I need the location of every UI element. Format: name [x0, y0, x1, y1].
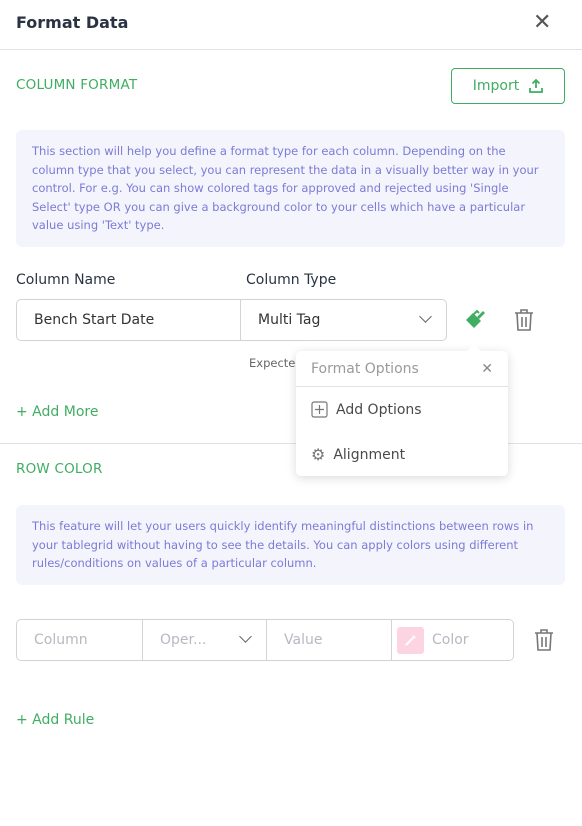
close-icon[interactable]: ✕: [533, 12, 551, 34]
panel-title: Format Data: [16, 13, 129, 32]
rule-operator-select[interactable]: Oper...: [143, 620, 267, 660]
add-more-button[interactable]: + Add More: [16, 404, 98, 420]
expected-text: Expecte: [249, 356, 296, 370]
operator-placeholder: Oper...: [160, 632, 207, 648]
paint-brush-icon[interactable]: [462, 306, 488, 336]
menu-item-add-options[interactable]: Add Options: [296, 387, 508, 432]
chevron-down-icon: [419, 310, 432, 323]
rule-value-input[interactable]: Value: [267, 620, 392, 660]
import-label: Import: [472, 78, 520, 94]
column-format-title: COLUMN FORMAT: [16, 77, 138, 93]
column-format-info: This section will help you define a form…: [16, 130, 565, 247]
row-color-title: ROW COLOR: [16, 461, 103, 477]
gear-icon: ⚙: [311, 445, 326, 464]
import-button[interactable]: Import: [451, 68, 565, 104]
rule-color-picker[interactable]: Color: [392, 620, 513, 660]
color-placeholder: Color: [432, 632, 469, 648]
column-format-row: Bench Start Date Multi Tag: [16, 299, 447, 341]
panel-header: Format Data ✕: [0, 0, 582, 50]
column-type-select[interactable]: Multi Tag: [241, 300, 446, 340]
close-icon[interactable]: ✕: [481, 361, 493, 377]
column-name-label: Column Name: [16, 272, 116, 288]
format-options-popup: Format Options ✕ Add Options ⚙ Alignment: [296, 344, 508, 477]
menu-item-alignment[interactable]: ⚙ Alignment: [296, 432, 508, 477]
row-color-rule: Column Oper... Value Color: [16, 619, 514, 661]
eyedropper-icon[interactable]: [397, 626, 424, 654]
menu-item-label: Alignment: [333, 446, 406, 463]
chevron-down-icon: [239, 630, 252, 643]
menu-item-label: Add Options: [336, 401, 422, 418]
column-name-input[interactable]: Bench Start Date: [17, 300, 241, 340]
plus-square-icon: [311, 401, 328, 418]
rule-column-input[interactable]: Column: [17, 620, 143, 660]
delete-column-icon[interactable]: [513, 308, 535, 336]
add-rule-button[interactable]: + Add Rule: [16, 712, 94, 728]
format-options-title: Format Options: [311, 360, 419, 377]
row-color-info: This feature will let your users quickly…: [16, 505, 565, 585]
upload-icon: [529, 79, 544, 93]
column-type-value: Multi Tag: [258, 312, 321, 328]
column-type-label: Column Type: [246, 272, 337, 288]
delete-rule-icon[interactable]: [533, 628, 555, 656]
